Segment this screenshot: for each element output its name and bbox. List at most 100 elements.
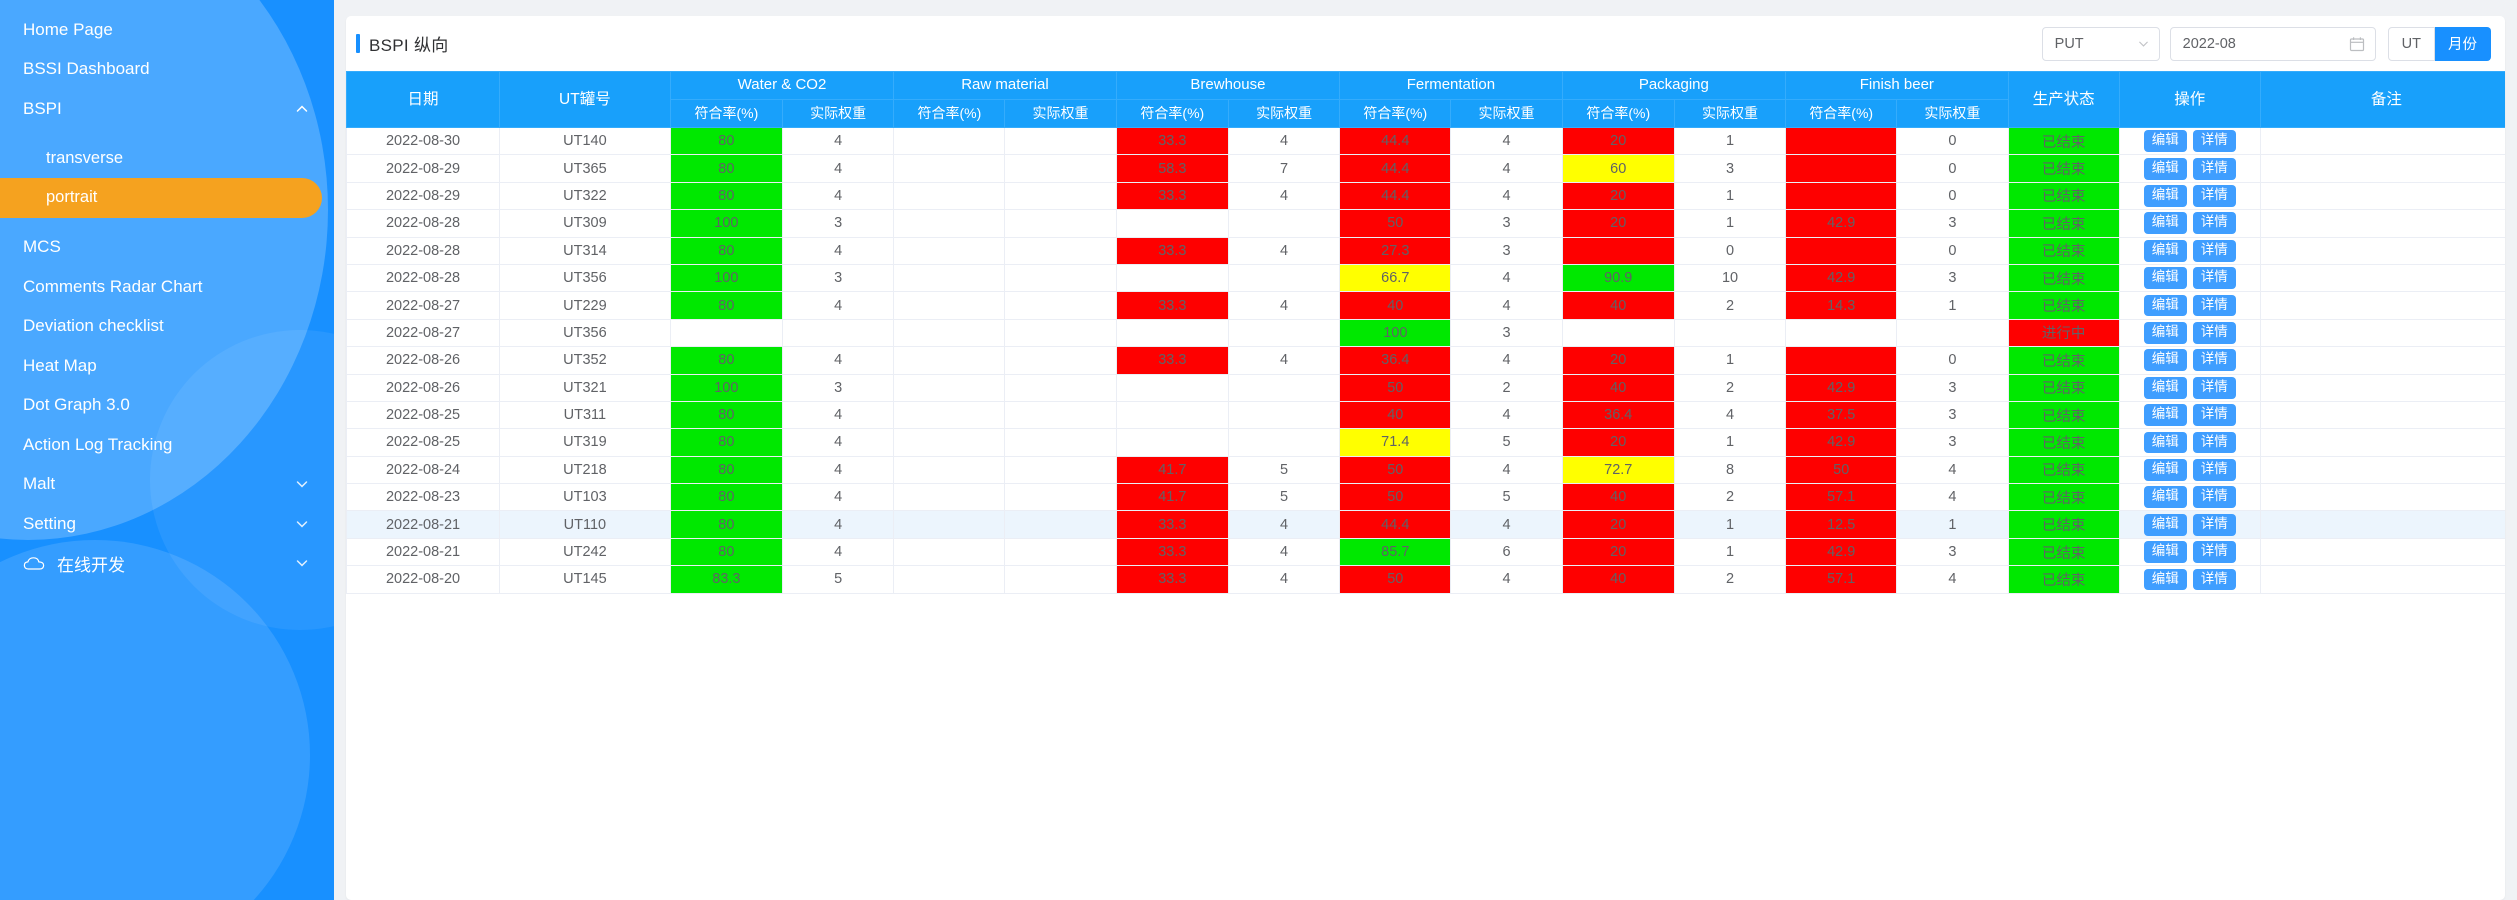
detail-button[interactable]: 详情 [2192,376,2236,399]
table-row[interactable]: 2022-08-23 UT103 80 4 41.7 5 50 5 40 2 57.1 4 已结束 编辑详… [346,483,2505,512]
cell-compliance-rate [893,236,1006,265]
table-row[interactable]: 2022-08-28 UT309 100 3 50 3 20 1 42.9 3 已结束 编辑 详情 [346,209,2505,238]
edit-button[interactable]: 编辑 [2143,157,2187,180]
cell-compliance-rate [893,537,1006,567]
cell-actual-weight: 3 [1896,373,2009,402]
sidebar-item-bssi-dashboard[interactable]: BSSI Dashboard [0,50,334,90]
cell-actual-weight: 2 [1673,291,1787,320]
cell-compliance-rate: 40 [1561,483,1675,512]
detail-button[interactable]: 详情 [2192,294,2236,317]
operations-buttons: 编辑 详情 [2120,185,2259,207]
detail-button[interactable]: 详情 [2192,541,2236,563]
table-row[interactable]: 2022-08-25 UT319 80 4 71.4 5 20 1 42.9 3 已结束 编辑 详情 [346,428,2505,457]
chevron-up-icon[interactable] [292,99,312,119]
column-header: 日期 [346,71,501,128]
edit-button[interactable]: 编辑 [2143,185,2187,207]
toggle-ut-button[interactable]: UT [2387,26,2435,61]
table-row[interactable]: 2022-08-29 UT322 80 4 33.3 4 44.4 4 20 1 0 已结束 编辑 详情 [346,181,2505,211]
edit-button[interactable]: 编辑 [2143,267,2187,290]
edit-button[interactable]: 编辑 [2143,294,2187,317]
sidebar-item-home-page[interactable]: Home Page [0,10,334,50]
table-row[interactable]: 2022-08-28 UT356 100 3 66.7 4 90.9 10 42.9 3 已结束 编辑… [346,263,2505,293]
chevron-down-icon[interactable] [292,553,312,573]
table-row[interactable]: 2022-08-21 UT110 80 4 33.3 4 44.4 4 20 1 12.5 1 已结束编… [346,510,2505,539]
cell-actual-weight [1227,318,1341,348]
sidebar-item-[interactable]: 在线开发 [0,544,334,584]
edit-button[interactable]: 编辑 [2143,130,2187,153]
sidebar-item-malt[interactable]: Malt [0,465,334,505]
sidebar-item-action-log-tracking[interactable]: Action Log Tracking [0,425,334,465]
cell-date: 2022-08-30 [346,126,501,156]
detail-button[interactable]: 详情 [2192,185,2236,207]
table-row[interactable]: 2022-08-27 UT229 80 4 33.3 4 40 4 40 2 14.3 1 已结束 编辑详… [346,291,2505,320]
sidebar-item-portrait[interactable]: portrait [0,178,322,218]
column-subheader: 符合率(%) [1339,99,1452,128]
sidebar-item-mcs[interactable]: MCS [0,228,334,268]
table-row[interactable]: 2022-08-20 UT145 83.3 5 33.3 4 50 4 40 2 57.1 4 已结束编… [346,565,2505,594]
detail-button[interactable]: 详情 [2192,130,2236,153]
month-date-picker[interactable]: 2022-08 [2169,26,2376,61]
cell-note [2259,209,2505,238]
edit-button[interactable]: 编辑 [2143,568,2187,591]
cell-actual-weight: 3 [1673,154,1787,183]
chevron-down-icon[interactable] [292,474,312,494]
sidebar-item-label: BSSI Dashboard [23,59,150,79]
edit-button[interactable]: 编辑 [2143,486,2187,509]
detail-button[interactable]: 详情 [2192,157,2236,180]
table-row[interactable]: 2022-08-27 UT356 100 3 进行中 编辑 详情 [346,318,2505,348]
table-row[interactable]: 2022-08-28 UT314 80 4 33.3 4 27.3 3 0 0 已结束 编辑 详情 [346,236,2505,265]
table-row[interactable]: 2022-08-29 UT365 80 4 58.3 7 44.4 4 60 3 0 已结束 编辑 详情 [346,154,2505,183]
column-subheader: 实际权重 [1227,99,1341,128]
status-badge: 已结束 [2007,428,2120,457]
edit-button[interactable]: 编辑 [2143,458,2187,481]
sidebar-item-dot-graph-3-0[interactable]: Dot Graph 3.0 [0,386,334,426]
cell-ut-number: UT242 [499,537,671,567]
sidebar-item-setting[interactable]: Setting [0,504,334,544]
edit-button[interactable]: 编辑 [2143,431,2187,454]
table-row[interactable]: 2022-08-26 UT321 100 3 50 2 40 2 42.9 3 已结束 编辑 详情 [346,373,2505,402]
cell-ut-number: UT319 [499,428,671,457]
cell-ut-number: UT140 [499,126,671,156]
plant-select[interactable]: PUT [2041,26,2160,61]
cell-actual-weight: 7 [1227,154,1341,183]
chevron-down-icon[interactable] [292,514,312,534]
edit-button[interactable]: 编辑 [2143,349,2187,372]
detail-button[interactable]: 详情 [2192,568,2236,591]
edit-button[interactable]: 编辑 [2143,212,2187,235]
edit-button[interactable]: 编辑 [2143,404,2187,427]
cell-actual-weight: 1 [1673,126,1787,156]
column-header: 操作 [2118,71,2261,128]
detail-button[interactable]: 详情 [2192,212,2236,235]
detail-button[interactable]: 详情 [2192,513,2236,536]
detail-button[interactable]: 详情 [2192,267,2236,290]
detail-button[interactable]: 详情 [2192,349,2236,372]
table-row[interactable]: 2022-08-26 UT352 80 4 33.3 4 36.4 4 20 1 0 已结束 编辑 详情 [346,346,2505,375]
table-scroll-container[interactable]: 日期 UT罐号 Water & CO2 Raw material Brewhouse Fe… [346,71,2505,594]
main-content: BSPI 纵向 PUT 2022-08 UT 月份 日期 UT罐号 Water … [334,0,2517,900]
sidebar-item-transverse[interactable]: transverse [0,139,334,179]
detail-button[interactable]: 详情 [2192,458,2236,481]
toggle-month-button[interactable]: 月份 [2435,26,2491,61]
edit-button[interactable]: 编辑 [2143,376,2187,399]
edit-button[interactable]: 编辑 [2143,321,2187,344]
cell-actual-weight [1004,400,1117,430]
table-row[interactable]: 2022-08-24 UT218 80 4 41.7 5 50 4 72.7 8 50 4 已结束 编辑详… [346,455,2505,485]
cell-compliance-rate [1785,126,1898,156]
sidebar-item-deviation-checklist[interactable]: Deviation checklist [0,307,334,347]
table-row[interactable]: 2022-08-25 UT311 80 4 40 4 36.4 4 37.5 3 已结束 编辑 详情 [346,400,2505,430]
cell-actual-weight: 2 [1673,373,1787,402]
detail-button[interactable]: 详情 [2192,239,2236,262]
edit-button[interactable]: 编辑 [2143,513,2187,536]
sidebar-item-comments-radar-chart[interactable]: Comments Radar Chart [0,267,334,307]
detail-button[interactable]: 详情 [2192,404,2236,427]
detail-button[interactable]: 详情 [2192,486,2236,509]
edit-button[interactable]: 编辑 [2143,541,2187,563]
detail-button[interactable]: 详情 [2192,431,2236,454]
table-row[interactable]: 2022-08-21 UT242 80 4 33.3 4 85.7 6 20 1 42.9 3 已结束编… [346,537,2505,567]
detail-button[interactable]: 详情 [2192,321,2236,344]
sidebar-item-heat-map[interactable]: Heat Map [0,346,334,386]
table-row[interactable]: 2022-08-30 UT140 80 4 33.3 4 44.4 4 20 1 0 已结束 编辑 详情 [346,126,2505,156]
cell-note [2259,455,2505,485]
sidebar-item-bspi[interactable]: BSPI [0,89,334,129]
edit-button[interactable]: 编辑 [2143,239,2187,262]
